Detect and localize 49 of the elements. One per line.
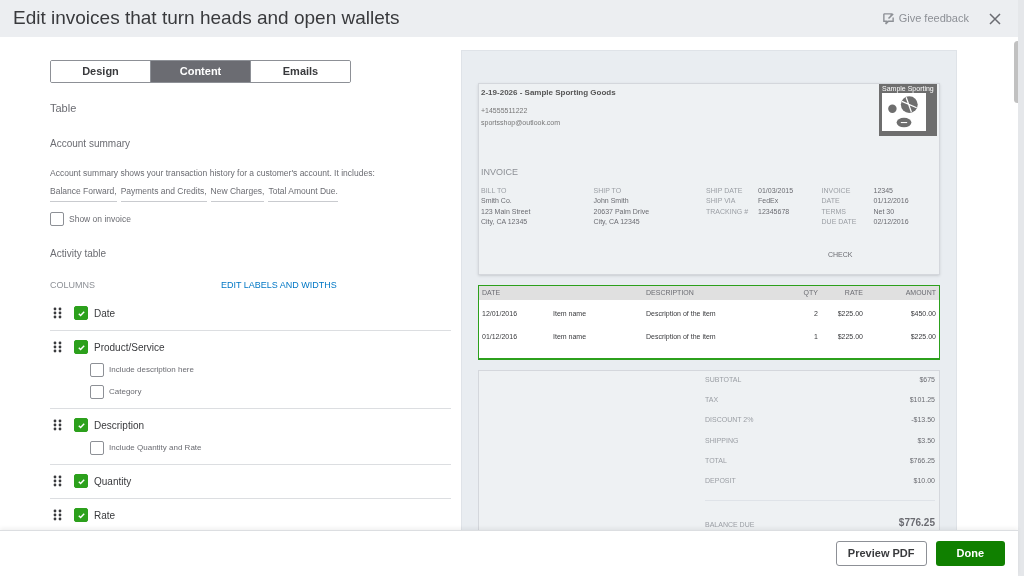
term-link[interactable]: Total Amount Due. (268, 185, 338, 202)
drag-handle-icon[interactable] (53, 475, 62, 487)
done-button[interactable]: Done (935, 541, 1005, 566)
drag-handle-icon[interactable] (53, 419, 62, 431)
checkmark-icon (76, 308, 86, 318)
checkbox[interactable] (90, 362, 104, 377)
checkbox-label: Include Quantity and Rate (109, 441, 202, 454)
checkmark-icon (76, 476, 86, 486)
column-label: Product/Service (94, 340, 165, 355)
checkmark-icon (76, 342, 86, 352)
column-label: Date (94, 306, 116, 321)
checkbox-label: Category (109, 385, 142, 398)
checkbox[interactable] (74, 306, 88, 320)
checkmark-icon (76, 420, 86, 430)
checkbox[interactable] (90, 440, 104, 455)
section-title: Table (50, 101, 78, 116)
description-text: Account summary shows your transaction history for a customer's account. It includes: (50, 166, 376, 180)
term-link[interactable]: New Charges, (210, 185, 265, 202)
checkbox[interactable] (74, 474, 88, 488)
balance-due-value: $776.25 (898, 516, 935, 530)
term-link[interactable]: Balance Forward, (50, 185, 117, 202)
column-label: Quantity (94, 474, 132, 489)
drag-handle-icon[interactable] (53, 509, 62, 521)
sports-balls-icon (882, 93, 926, 131)
close-icon[interactable] (989, 11, 1003, 26)
columns-label: COLUMNS (50, 279, 96, 292)
checkbox-label: Include description here (109, 363, 194, 376)
edit-labels-link[interactable]: EDIT LABELS AND WIDTHS (221, 279, 337, 293)
checkbox[interactable] (74, 340, 88, 354)
checkmark-icon (76, 510, 86, 520)
section-subtitle: Activity table (50, 247, 108, 261)
window-title: Edit invoices that turn heads and open wallets (13, 6, 400, 31)
column-label: Description (94, 418, 145, 433)
checkbox-label: Show on invoice (69, 212, 131, 226)
preview-pdf-button[interactable]: Preview PDF (835, 541, 927, 566)
checkbox[interactable] (90, 384, 104, 399)
checkbox[interactable] (74, 508, 88, 522)
checkbox[interactable] (50, 212, 64, 226)
company-name: 2-19-2026 - Sample Sporting Goods (481, 87, 616, 99)
column-label: Rate (94, 508, 116, 523)
tab[interactable]: Content (150, 61, 250, 82)
drag-handle-icon[interactable] (53, 341, 62, 353)
invoice-heading: INVOICE (481, 166, 519, 179)
section-subtitle: Account summary (50, 136, 132, 151)
tab[interactable]: Emails (250, 61, 350, 82)
feedback-icon (881, 12, 895, 25)
drag-handle-icon[interactable] (53, 307, 62, 319)
term-link[interactable]: Payments and Credits, (120, 185, 207, 202)
checkbox[interactable] (74, 418, 88, 432)
